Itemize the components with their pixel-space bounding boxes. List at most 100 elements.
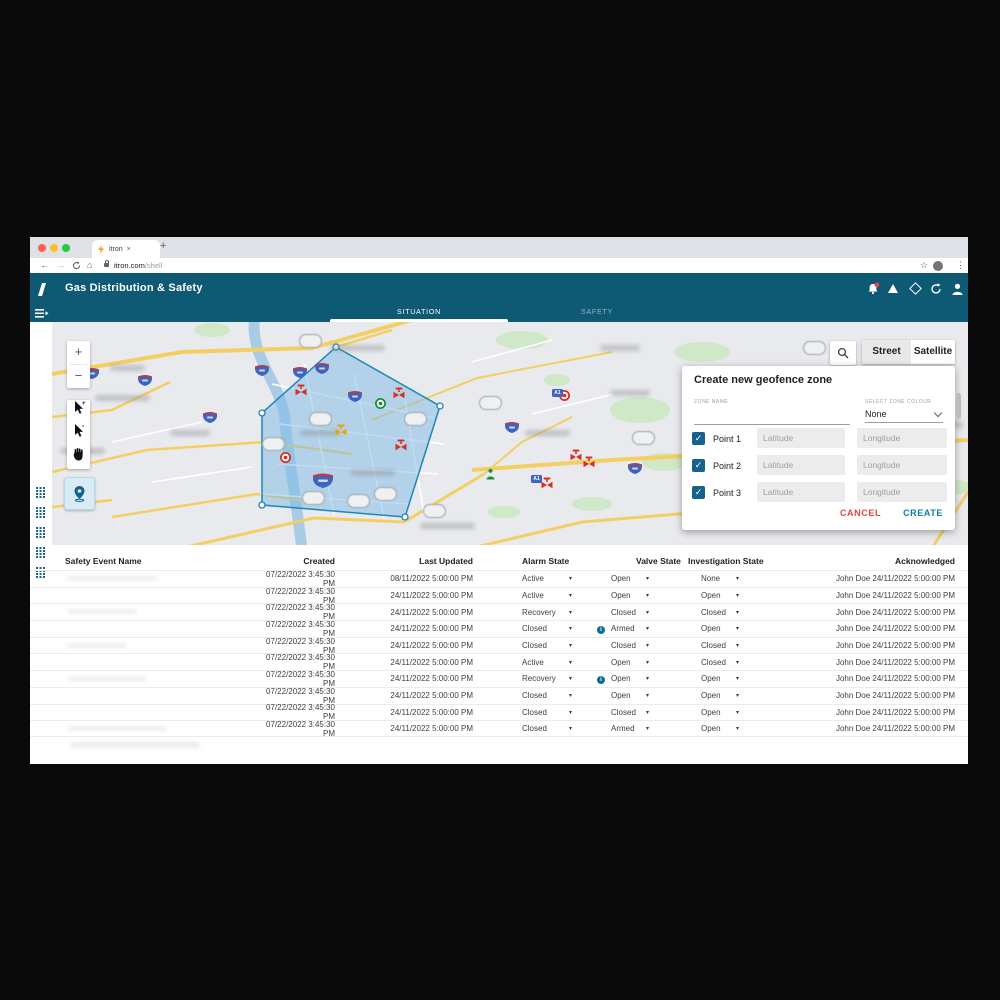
column-header-alarm-state[interactable]: Alarm State [522, 556, 597, 566]
zone-name-input[interactable] [694, 406, 850, 425]
investigation-state-select[interactable]: Closed▾ [701, 608, 739, 617]
longitude-input[interactable] [857, 482, 947, 502]
alerts-warning-icon[interactable] [888, 284, 898, 293]
interstate-shield-marker[interactable] [292, 365, 308, 383]
tab-situation[interactable]: SITUATION [330, 305, 508, 322]
interstate-shield-marker[interactable] [627, 461, 643, 479]
point-checkbox[interactable]: ✓ [692, 459, 705, 472]
table-row[interactable]: 07/22/2022 3:45:30 PM 24/11/2022 5:00:00… [30, 720, 968, 737]
table-row[interactable]: 07/22/2022 3:45:30 PM 24/11/2022 5:00:00… [30, 704, 968, 721]
latitude-input[interactable] [757, 482, 845, 502]
route-badge-marker[interactable] [302, 491, 325, 505]
valve-red-marker[interactable] [392, 386, 406, 404]
browser-profile-avatar[interactable] [933, 261, 943, 271]
longitude-input[interactable] [857, 455, 947, 475]
valve-red-marker[interactable] [582, 455, 596, 473]
scrollbar-thumb[interactable] [956, 393, 961, 419]
investigation-state-select[interactable]: None▾ [701, 574, 739, 583]
valve-state-select[interactable]: Armed▾ [597, 724, 649, 733]
point-checkbox[interactable]: ✓ [692, 432, 705, 445]
notifications-bell-icon[interactable] [866, 282, 881, 296]
valve-amber-marker[interactable] [334, 423, 348, 441]
create-button[interactable]: CREATE [903, 508, 943, 518]
longitude-input[interactable] [857, 428, 947, 448]
maximize-window-button[interactable] [62, 244, 70, 252]
person-green-marker[interactable] [485, 467, 496, 485]
route-badge-marker[interactable] [404, 412, 427, 426]
alarm-state-select[interactable]: Closed▾ [522, 691, 572, 700]
alarm-state-select[interactable]: Closed▾ [522, 624, 572, 633]
forward-icon[interactable]: → [56, 259, 65, 272]
zoom-out-button[interactable]: − [67, 365, 90, 388]
column-header-created[interactable]: Created [255, 556, 335, 566]
interstate-shield-marker[interactable] [504, 420, 520, 438]
route-badge-marker[interactable] [299, 334, 322, 348]
valve-state-select[interactable]: Open▾ [597, 574, 649, 583]
investigation-state-select[interactable]: Closed▾ [701, 658, 739, 667]
reload-icon[interactable] [72, 261, 81, 270]
route-badge-marker[interactable] [347, 494, 370, 508]
alarm-state-select[interactable]: Closed▾ [522, 641, 572, 650]
valve-state-select[interactable]: Closed▾ [597, 708, 649, 717]
interstate-shield-marker[interactable] [254, 363, 270, 381]
map-type-street-button[interactable]: Street [862, 340, 911, 364]
sidebar-item-apps-grid-2[interactable] [36, 505, 45, 523]
column-header-valve-state[interactable]: Valve State [622, 556, 688, 566]
route-badge-marker[interactable] [309, 412, 332, 426]
investigation-state-select[interactable]: Open▾ [701, 724, 739, 733]
map-type-satellite-button[interactable]: Satellite [911, 340, 955, 364]
valve-red-marker[interactable] [540, 476, 554, 494]
new-tab-button[interactable]: + [160, 240, 166, 252]
column-header-safety-event-name[interactable]: Safety Event Name [65, 556, 255, 566]
investigation-state-select[interactable]: Closed▾ [701, 641, 739, 650]
sidebar-item-apps-grid-3[interactable] [36, 525, 45, 543]
sidebar-item-apps-grid-1[interactable] [36, 485, 45, 503]
alarm-state-select[interactable]: Recovery▾ [522, 674, 572, 683]
valve-state-select[interactable]: Closed▾ [597, 641, 649, 650]
route-badge-marker[interactable] [803, 341, 826, 355]
interstate-shield-marker[interactable] [137, 373, 153, 391]
valve-state-select[interactable]: i Open▾ [597, 674, 649, 684]
latitude-input[interactable] [757, 428, 845, 448]
table-row[interactable]: 07/22/2022 3:45:30 PM 24/11/2022 5:00:00… [30, 620, 968, 637]
alarm-state-select[interactable]: Active▾ [522, 591, 572, 600]
cancel-button[interactable]: CANCEL [840, 508, 881, 518]
route-badge-marker[interactable] [262, 437, 285, 451]
valve-state-select[interactable]: Open▾ [597, 591, 649, 600]
menu-hamburger-icon[interactable] [35, 308, 49, 319]
target-red-marker[interactable] [279, 451, 292, 469]
address-bar[interactable]: itron.com/shell [114, 259, 162, 273]
a1-tag-marker[interactable]: A1 [531, 475, 542, 483]
select-add-cursor-button[interactable]: + [67, 400, 90, 423]
investigation-state-select[interactable]: Open▾ [701, 591, 739, 600]
pin-drop-tool-button[interactable] [64, 477, 95, 510]
bookmark-star-icon[interactable]: ☆ [920, 259, 928, 272]
diamond-icon[interactable] [909, 282, 922, 295]
zoom-in-button[interactable]: + [67, 341, 90, 364]
investigation-state-select[interactable]: Open▾ [701, 691, 739, 700]
interstate-shield-marker[interactable] [314, 361, 330, 379]
home-icon[interactable]: ⌂ [87, 259, 92, 272]
column-header-last-updated[interactable]: Last Updated [335, 556, 473, 566]
browser-tab[interactable]: itron × [92, 240, 160, 258]
zone-colour-select[interactable]: None [865, 406, 943, 423]
interstate-shield-large-marker[interactable] [312, 471, 334, 493]
valve-state-select[interactable]: i Armed▾ [597, 624, 649, 634]
column-header-investigation-state[interactable]: Investigation State [688, 556, 778, 566]
back-icon[interactable]: ← [40, 259, 49, 272]
route-badge-marker[interactable] [423, 504, 446, 518]
valve-state-select[interactable]: Closed▾ [597, 608, 649, 617]
map-search-button[interactable] [830, 341, 856, 365]
target-green-marker[interactable] [374, 397, 387, 415]
valve-state-select[interactable]: Open▾ [597, 658, 649, 667]
point-checkbox[interactable]: ✓ [692, 486, 705, 499]
valve-red-marker[interactable] [394, 438, 408, 456]
alarm-state-select[interactable]: Closed▾ [522, 708, 572, 717]
valve-red-marker[interactable] [569, 448, 583, 466]
route-badge-marker[interactable] [632, 431, 655, 445]
valve-state-select[interactable]: Open▾ [597, 691, 649, 700]
investigation-state-select[interactable]: Open▾ [701, 674, 739, 683]
select-remove-cursor-button[interactable]: - [67, 423, 90, 446]
table-row[interactable]: 07/22/2022 3:45:30 PM 24/11/2022 5:00:00… [30, 687, 968, 704]
refresh-icon[interactable] [930, 283, 942, 295]
